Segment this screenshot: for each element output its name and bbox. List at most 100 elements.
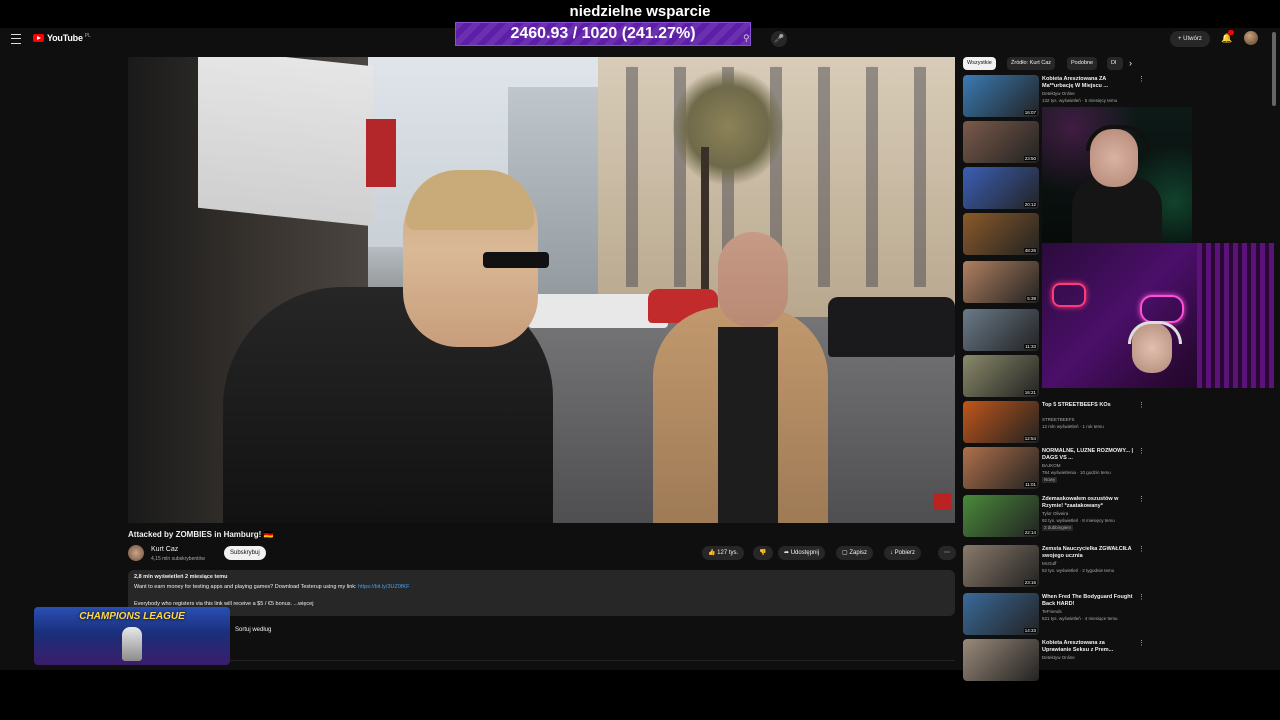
video-person-head — [718, 232, 788, 327]
more-options-icon[interactable]: ⋮ — [1138, 447, 1145, 455]
video-duration: 23:50 — [1023, 156, 1037, 161]
recommendation-thumbnail[interactable]: 5:39 — [963, 261, 1039, 303]
video-sunglasses — [483, 252, 549, 268]
video-duration: 11:33 — [1024, 344, 1037, 349]
recommendation-thumbnail[interactable]: 12:54 — [963, 401, 1039, 443]
recommendation-thumbnail[interactable]: 11:01 — [963, 447, 1039, 489]
chevron-right-icon[interactable]: › — [1129, 58, 1132, 68]
webcam-wall-panels — [1197, 243, 1274, 388]
recommendation-title[interactable]: Kobieta Aresztowana za Uprawianie Seksu … — [1042, 640, 1134, 654]
video-duration: 12:54 — [1023, 436, 1037, 441]
divider — [128, 660, 955, 661]
download-button[interactable]: ↓ Pobierz — [884, 546, 922, 560]
more-options-icon[interactable]: ⋮ — [1138, 593, 1145, 601]
thumb-up-icon: 👍 — [708, 550, 718, 556]
video-tree — [673, 67, 783, 187]
description-link[interactable]: https://bit.ly/3UZ0fKF — [358, 584, 409, 590]
notification-badge — [1228, 30, 1234, 35]
bottom-black-band — [0, 670, 1280, 720]
recommendation-meta: 521 tys. wyświetleń · 4 miesiące temu — [1042, 616, 1118, 621]
recommendation-channel[interactable]: BAJKOM — [1042, 463, 1152, 469]
recommendation-channel[interactable]: McGuff — [1042, 561, 1152, 567]
youtube-play-icon — [33, 34, 44, 42]
more-options-icon[interactable]: ⋮ — [1138, 495, 1145, 503]
goal-amount: 2460.93 / 1020 (241.27%) — [510, 25, 696, 42]
recommendation-channel[interactable]: TeFriends — [1042, 609, 1152, 615]
menu-icon[interactable] — [11, 34, 21, 44]
account-avatar[interactable] — [1244, 31, 1258, 45]
recommendation-channel[interactable]: Detektyw Online — [1042, 91, 1152, 97]
recommendation-title[interactable]: When Fred The Bodyguard Fought Back HARD… — [1042, 594, 1134, 608]
channel-subscribers: 4,15 mln subskrybentów — [151, 556, 205, 562]
recommendation-thumbnail[interactable]: 23:50 — [963, 121, 1039, 163]
subscribe-button[interactable]: Subskrybuj — [224, 546, 266, 560]
recommendation-thumbnail[interactable]: 22:14 — [963, 495, 1039, 537]
video-player[interactable] — [128, 57, 955, 523]
share-label: Udostępnij — [790, 550, 820, 556]
recommendation-channel[interactable]: Detektyw Online — [1042, 655, 1152, 661]
recommendation-thumbnail[interactable] — [963, 639, 1039, 681]
mic-icon[interactable]: 🎤 — [771, 31, 787, 47]
sort-comments-button[interactable]: Sortuj według — [235, 627, 271, 633]
chip-all[interactable]: Wszystkie — [963, 57, 996, 70]
more-options-icon[interactable]: ⋮ — [1138, 401, 1145, 409]
recommendation-title[interactable]: Zemsta Nauczycielka ZGWAŁCIŁA swojego uc… — [1042, 546, 1134, 560]
recommendation-thumbnail[interactable]: 23:16 — [963, 545, 1039, 587]
channel-name[interactable]: Kurt Caz — [151, 546, 178, 553]
channel-watermark-icon[interactable] — [934, 493, 951, 510]
scrollbar[interactable] — [1272, 32, 1276, 106]
dislike-button[interactable]: 👎 — [753, 546, 773, 560]
goal-title: niedzielne wsparcie — [569, 3, 711, 20]
chip-related[interactable]: Podobne — [1067, 57, 1098, 70]
video-duration: 11:01 — [1024, 482, 1037, 487]
chip-source[interactable]: Źródło: Kurt Caz — [1007, 57, 1056, 70]
recommendation-title[interactable]: Kobieta Aresztowana ZA Ma**urbację W Mie… — [1042, 76, 1134, 90]
recommendation-thumbnail[interactable]: 11:33 — [963, 309, 1039, 351]
neon-sign-right — [1140, 295, 1184, 323]
download-label: Pobierz — [894, 550, 916, 556]
webcam-streamer-2 — [1042, 243, 1274, 388]
recommendation-channel[interactable]: STREETBEEFS — [1042, 417, 1152, 423]
video-banner — [366, 119, 396, 187]
video-car-white — [528, 294, 668, 328]
recommendation-thumbnail[interactable]: 48:26 — [963, 213, 1039, 255]
thumb-down-icon: 👎 — [759, 550, 767, 556]
like-count: 127 tys. — [717, 550, 739, 556]
more-actions-button[interactable]: ⋯ — [938, 546, 956, 560]
save-button[interactable]: ▢ Zapisz — [836, 546, 874, 560]
recommendation-meta: 132 tys. wyświetleń · 5 miesięcy temu — [1042, 98, 1118, 103]
channel-avatar[interactable] — [128, 545, 144, 561]
youtube-logo[interactable]: YouTube PL — [33, 33, 91, 43]
recommendation-thumbnail[interactable]: 14:33 — [963, 593, 1039, 635]
description-box[interactable]: 2,8 mln wyświetleń 2 miesiące temu Want … — [128, 570, 955, 616]
recommendation-thumbnail[interactable]: 16:07 — [963, 75, 1039, 117]
video-duration: 23:16 — [1023, 580, 1037, 585]
recommendation-meta: 52 tys. wyświetleń · 2 tygodnie temu — [1042, 568, 1115, 573]
recommendation-meta: 784 wyświetlenia · 10 godzin temu — [1042, 470, 1111, 475]
search-icon[interactable]: ⚲ — [743, 33, 753, 43]
recommendation-channel[interactable]: Tylor Oliveira — [1042, 511, 1152, 517]
more-options-icon[interactable]: ⋮ — [1138, 75, 1145, 83]
create-button[interactable]: + Utwórz — [1170, 31, 1210, 47]
chip-more[interactable]: Dl — [1107, 57, 1123, 70]
more-options-icon[interactable]: ⋮ — [1138, 545, 1145, 553]
share-icon: ➦ — [784, 550, 791, 556]
video-duration: 5:39 — [1026, 296, 1037, 301]
champions-league-overlay: CHAMPIONS LEAGUE — [34, 607, 230, 665]
goal-progress-bar: 2460.93 / 1020 (241.27%) — [455, 22, 751, 46]
webcam-streamer-1 — [1042, 107, 1192, 243]
recommendation-title[interactable]: NORMALNE, LUZNE ROZMOWY... | DAGS VS ... — [1042, 448, 1134, 462]
description-text: Want to earn money for testing apps and … — [134, 584, 359, 590]
video-duration: 22:14 — [1023, 530, 1037, 535]
video-duration: 20:12 — [1023, 202, 1037, 207]
recommendation-title[interactable]: Top 5 STREETBEEFS KOs — [1042, 402, 1134, 409]
more-options-icon[interactable]: ⋮ — [1138, 639, 1145, 647]
neon-sign-left — [1052, 283, 1086, 307]
share-button[interactable]: ➦ Udostępnij — [778, 546, 826, 560]
like-button[interactable]: 👍 127 tys. — [702, 546, 745, 560]
recommendation-title[interactable]: Zdemaskowałem oszustów w Rzymie! *zaatak… — [1042, 496, 1134, 510]
recommendation-meta: 92 tys. wyświetleń · 8 miesięcy temu — [1042, 518, 1115, 523]
recommendation-thumbnail[interactable]: 16:21 — [963, 355, 1039, 397]
recommendation-thumbnail[interactable]: 20:12 — [963, 167, 1039, 209]
video-car-black — [828, 297, 955, 357]
